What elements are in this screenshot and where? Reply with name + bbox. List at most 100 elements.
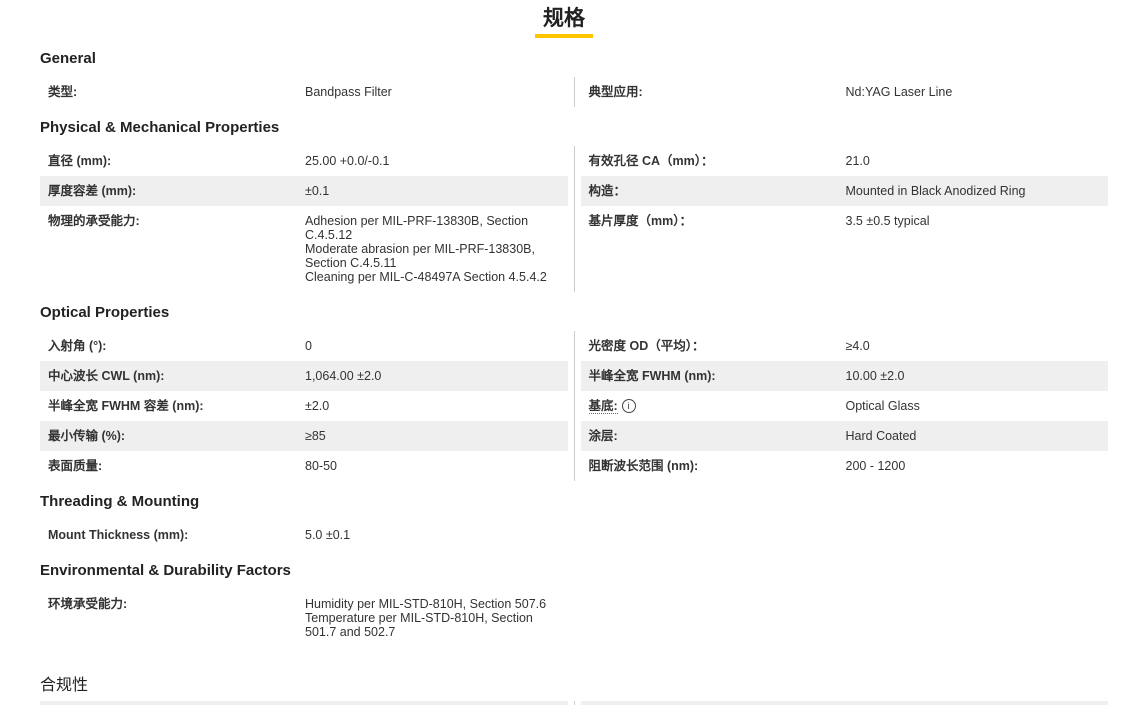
spec-label: 表面质量:	[48, 459, 305, 473]
spec-cell-right: 阻断波长范围 (nm): 200 - 1200	[581, 451, 1109, 481]
spec-value: 0	[305, 339, 312, 353]
spec-cell-right: 典型应用: Nd:YAG Laser Line	[581, 77, 1109, 107]
spec-label-text: 表面质量:	[48, 459, 103, 473]
spec-section: Environmental & Durability Factors 环境承受能…	[40, 562, 1108, 647]
info-icon[interactable]: i	[621, 399, 636, 413]
spec-cell-left: 表面质量: 80-50	[40, 451, 568, 481]
section-heading: General	[40, 50, 96, 67]
spec-cell-right	[581, 520, 1109, 550]
section-rows: 入射角 (°): 0 光密度 OD（平均）： ≥4.0 中心波长 CWL (nm…	[40, 331, 1108, 481]
spec-label-text: 基片厚度（mm）：	[588, 214, 692, 228]
spec-row: 中心波长 CWL (nm): 1,064.00 ±2.0 半峰全宽 FWHM (…	[40, 361, 1108, 391]
column-divider	[568, 206, 581, 292]
spec-value: 10.00 ±2.0	[845, 369, 905, 383]
spec-value: 80-50	[305, 459, 337, 473]
section-heading: Optical Properties	[40, 304, 170, 321]
spec-label-text: 阻断波长范围 (nm):	[588, 459, 699, 473]
spec-cell-left: 直径 (mm): 25.00 +0.0/-0.1	[40, 146, 568, 176]
spec-cell-right: 有效孔径 CA（mm）： 21.0	[581, 146, 1109, 176]
spec-value: Adhesion per MIL-PRF-13830B, Section C.4…	[305, 214, 547, 284]
spec-label-text: 有效孔径 CA（mm）：	[588, 154, 714, 168]
spec-value: 21.0	[845, 154, 870, 168]
spec-row: 入射角 (°): 0 光密度 OD（平均）： ≥4.0	[40, 331, 1108, 361]
column-divider	[568, 361, 581, 391]
spec-label: 入射角 (°):	[48, 339, 305, 353]
spec-label: Mount Thickness (mm):	[48, 528, 305, 542]
spec-cell-right: 涂层: Hard Coated	[580, 421, 1108, 451]
spec-row: 环境承受能力: Humidity per MIL-STD-810H, Secti…	[40, 589, 1108, 647]
column-divider	[568, 701, 581, 705]
spec-label: 直径 (mm):	[48, 154, 305, 168]
spec-label-text: 中心波长 CWL (nm):	[48, 369, 165, 383]
section-rows: RoHS 2015: 符合标准 Certificate of Conforman…	[40, 701, 1108, 705]
spec-row: 厚度容差 (mm): ±0.1 构造： Mounted in Black Ano…	[40, 176, 1108, 206]
spec-value: 3.5 ±0.5 typical	[845, 214, 930, 228]
page-title: 规格	[543, 7, 585, 30]
spec-value: Humidity per MIL-STD-810H, Section 507.6…	[305, 597, 547, 639]
spec-value: ±0.1	[305, 184, 330, 198]
spec-label-text: 最小传输 (%):	[48, 429, 126, 443]
column-divider	[568, 391, 581, 421]
spec-label: 构造：	[589, 184, 846, 198]
spec-row: 物理的承受能力: Adhesion per MIL-PRF-13830B, Se…	[40, 206, 1108, 292]
spec-label: 环境承受能力:	[48, 597, 305, 611]
spec-label-text: 半峰全宽 FWHM 容差 (nm):	[48, 399, 204, 413]
spec-label-text: 光密度 OD（平均）：	[588, 339, 705, 353]
spec-cell-right: 基底: i Optical Glass	[581, 391, 1109, 421]
section-heading: 合规性	[40, 677, 89, 694]
spec-label: 典型应用:	[589, 85, 846, 99]
spec-value: Mounted in Black Anodized Ring	[845, 184, 1026, 198]
title-underline-accent	[535, 34, 593, 38]
spec-row: 半峰全宽 FWHM 容差 (nm): ±2.0 基底: i Optical Gla…	[40, 391, 1108, 421]
spec-cell-left: 中心波长 CWL (nm): 1,064.00 ±2.0	[40, 361, 568, 391]
spec-cell-right: 构造： Mounted in Black Anodized Ring	[580, 176, 1108, 206]
spec-value: ≥4.0	[845, 339, 870, 353]
spec-row: 类型: Bandpass Filter 典型应用: Nd:YAG Laser L…	[40, 77, 1108, 107]
page-header: 规格	[0, 0, 1128, 38]
spec-label: 有效孔径 CA（mm）：	[589, 154, 846, 168]
spec-label: 半峰全宽 FWHM 容差 (nm):	[48, 399, 305, 413]
spec-label: 阻断波长范围 (nm):	[589, 459, 846, 473]
spec-cell-right: 基片厚度（mm）： 3.5 ±0.5 typical	[581, 206, 1109, 292]
column-divider	[568, 176, 581, 206]
spec-label-text: 典型应用:	[588, 85, 643, 99]
column-divider	[568, 146, 581, 176]
spec-cell-left: Mount Thickness (mm): 5.0 ±0.1	[40, 520, 568, 550]
spec-cell-left: 半峰全宽 FWHM 容差 (nm): ±2.0	[40, 391, 568, 421]
section-rows: 直径 (mm): 25.00 +0.0/-0.1 有效孔径 CA（mm）： 21…	[40, 146, 1108, 292]
column-divider	[568, 331, 581, 361]
spec-label: 最小传输 (%):	[48, 429, 305, 443]
spec-section: Optical Properties 入射角 (°): 0 光密度 OD（平均）…	[40, 304, 1108, 481]
spec-cell-left: 环境承受能力: Humidity per MIL-STD-810H, Secti…	[40, 589, 568, 647]
spec-cell-right: 光密度 OD（平均）： ≥4.0	[581, 331, 1109, 361]
spec-label: 基底: i	[588, 399, 846, 414]
spec-row: RoHS 2015: 符合标准 Certificate of Conforman…	[40, 701, 1108, 705]
column-divider	[568, 77, 581, 107]
section-heading: Environmental & Durability Factors	[40, 562, 291, 579]
spec-label-text: 环境承受能力:	[48, 597, 128, 611]
column-divider	[568, 589, 581, 647]
spec-label: 基片厚度（mm）：	[589, 214, 846, 228]
spec-label: 半峰全宽 FWHM (nm):	[589, 369, 846, 383]
spec-value: 1,064.00 ±2.0	[305, 369, 382, 383]
spec-label-text: 类型:	[48, 85, 78, 99]
spec-value: 5.0 ±0.1	[305, 528, 351, 542]
spec-value: Bandpass Filter	[305, 85, 392, 99]
spec-cell-right	[581, 589, 1109, 647]
spec-label: 物理的承受能力:	[48, 214, 305, 228]
spec-cell-left: 厚度容差 (mm): ±0.1	[40, 176, 568, 206]
spec-label: 光密度 OD（平均）：	[589, 339, 846, 353]
spec-label: 涂层:	[589, 429, 846, 443]
spec-value: 200 - 1200	[845, 459, 906, 473]
spec-cell-left: 最小传输 (%): ≥85	[40, 421, 568, 451]
section-rows: 类型: Bandpass Filter 典型应用: Nd:YAG Laser L…	[40, 77, 1108, 107]
spec-value: Optical Glass	[845, 399, 920, 413]
spec-label-text: 入射角 (°):	[48, 339, 107, 353]
spec-value: ≥85	[305, 429, 326, 443]
spec-label-text: 物理的承受能力:	[48, 214, 140, 228]
tooltip-label[interactable]: 基底:	[588, 399, 618, 414]
spec-value: Nd:YAG Laser Line	[845, 85, 953, 99]
spec-value: 25.00 +0.0/-0.1	[305, 154, 390, 168]
spec-section: 合规性 RoHS 2015: 符合标准 Certificate of Confo…	[40, 677, 1108, 705]
spec-label-text: 厚度容差 (mm):	[48, 184, 137, 198]
